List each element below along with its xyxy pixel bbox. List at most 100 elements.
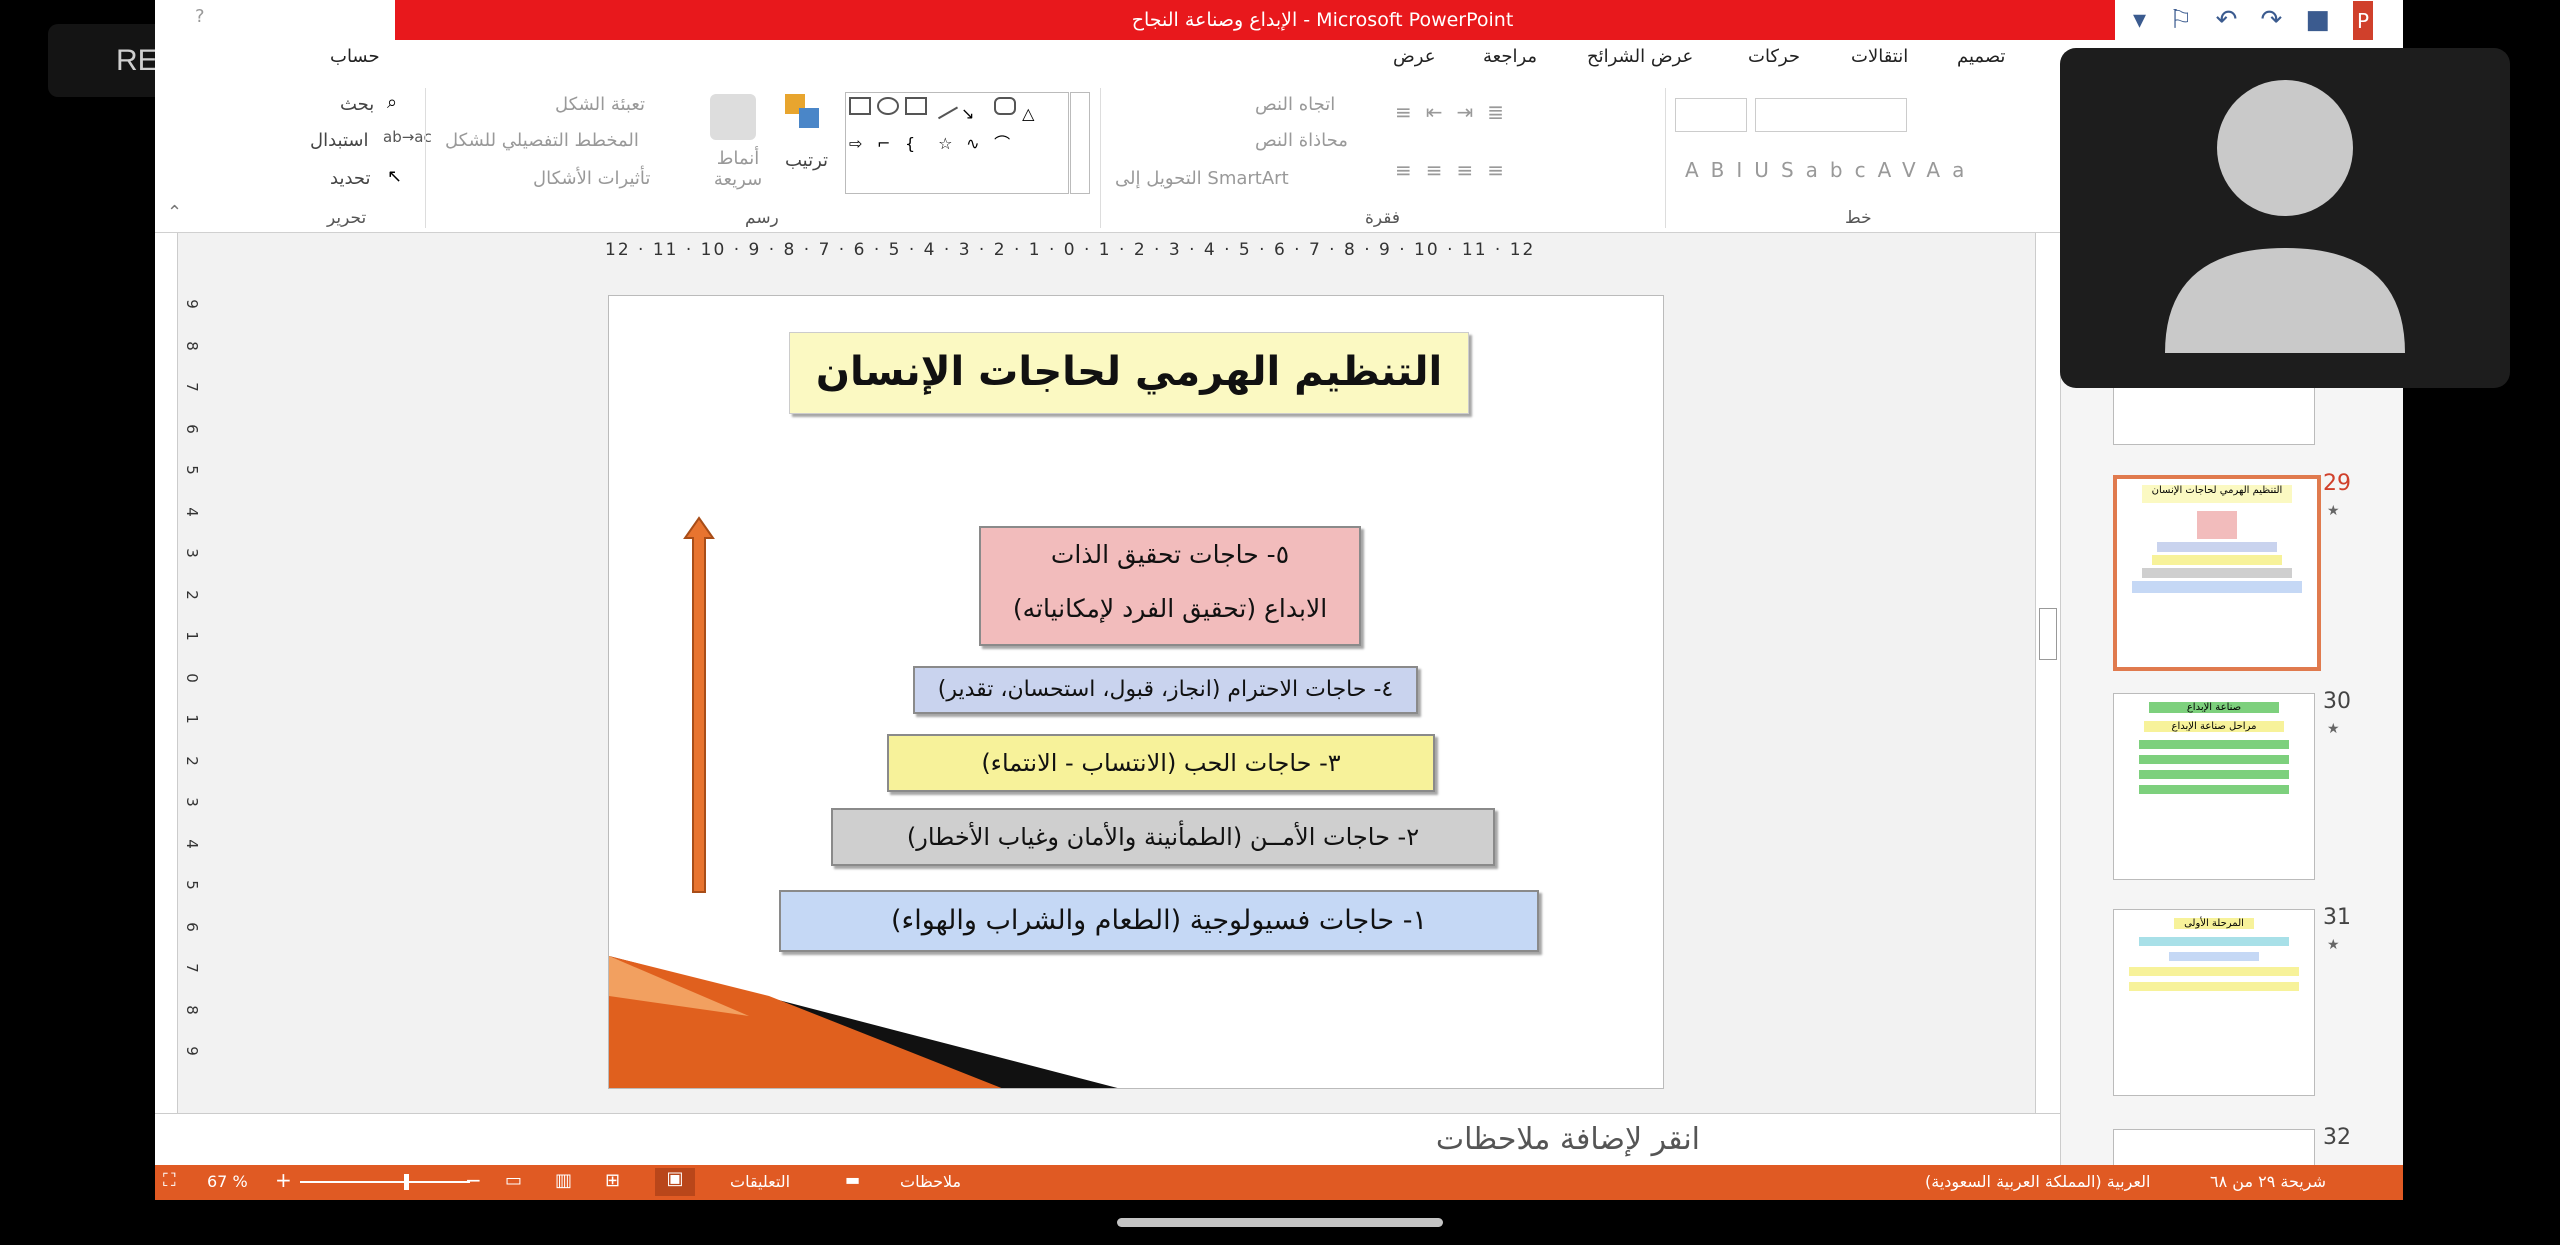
vertical-ruler-tick: 1 (182, 714, 201, 724)
alignment-icons[interactable]: ≡≡≡≡ (1395, 158, 1518, 182)
redo-icon[interactable]: ↷ (2260, 0, 2282, 40)
curve-shape-icon[interactable]: ∿ (966, 134, 988, 153)
vertical-ruler-tick: 6 (182, 921, 201, 932)
level3-box[interactable]: ٣- حاجات الحب (الانتساب - الانتماء) (887, 734, 1435, 792)
zoom-in-icon[interactable]: + (275, 1168, 292, 1192)
normal-view-icon[interactable]: ▣ (655, 1168, 695, 1196)
notes-placeholder: انقر لإضافة ملاحظات (1435, 1122, 1700, 1157)
tab-transitions[interactable]: انتقالات (1851, 46, 1908, 67)
corner-decoration (609, 956, 1118, 1088)
connector-shape-icon[interactable]: ⌐ (877, 134, 899, 153)
thumbnail-30[interactable]: صناعة الإبداع مراحل صناعة الإبداع (2113, 693, 2315, 880)
right-arrow-shape-icon[interactable]: ⇨ (849, 134, 871, 153)
arrow-shape (683, 516, 715, 893)
list-indent-icons[interactable]: ≡⇤⇥≣ (1395, 100, 1518, 124)
tab-slideshow[interactable]: عرض الشرائح (1587, 46, 1693, 67)
rectangle-shape-icon[interactable] (905, 97, 927, 115)
tab-design[interactable]: تصميم (1957, 46, 2005, 67)
save-icon[interactable]: ■ (2305, 0, 2330, 40)
arrange-button[interactable]: ترتيب (785, 150, 828, 171)
home-indicator[interactable] (1117, 1218, 1443, 1227)
vertical-ruler-tick: 3 (182, 548, 201, 558)
rounded-rect-shape-icon[interactable] (994, 97, 1017, 115)
arrow-line-icon[interactable]: ↘ (961, 104, 983, 123)
quick-styles-button[interactable]: أنماط سريعة (708, 148, 768, 190)
arc-shape-icon[interactable]: ⌒ (994, 130, 1016, 153)
vertical-ruler: 9 8 7 6 5 4 3 2 1 0 1 2 3 4 5 6 7 8 9 (183, 295, 209, 1085)
thumb30-row (2139, 770, 2289, 779)
level5-box[interactable]: ٥- حاجات تحقيق الذات (تحقيق الفرد لإمكان… (979, 526, 1361, 646)
comments-button[interactable]: التعليقات (730, 1172, 790, 1191)
convert-smartart-button[interactable]: التحويل إلى SmartArt (1115, 168, 1289, 189)
notes-button[interactable]: ملاحظات (900, 1172, 961, 1191)
reading-view-icon[interactable]: ▥ (555, 1170, 572, 1191)
font-size-select[interactable] (1675, 98, 1747, 132)
textbox-shape-icon[interactable] (849, 97, 871, 115)
line-shape-icon[interactable] (929, 92, 959, 120)
arrange-icon[interactable] (785, 94, 821, 130)
tab-view[interactable]: عرض (1393, 46, 1435, 67)
collapse-ribbon-icon[interactable]: ⌃ (167, 202, 182, 223)
help-icon[interactable]: ? (195, 6, 205, 27)
slide[interactable]: التنظيم الهرمي لحاجات الإنسان ٥- حاجات ت… (608, 295, 1664, 1089)
vertical-ruler-tick: 6 (182, 423, 201, 434)
zoom-level[interactable]: 67 % (207, 1172, 248, 1191)
tab-animations[interactable]: حركات (1748, 46, 1800, 67)
thumbnail-31[interactable]: المرحلة الأولى (2113, 909, 2315, 1096)
vertical-ruler-tick: 7 (182, 382, 201, 392)
fit-slide-icon[interactable]: ⛶ (163, 1170, 176, 1191)
thumbnail-32[interactable] (2113, 1129, 2315, 1167)
level4-box[interactable]: ٤- حاجات الاحترام (انجاز، قبول، استحسان،… (913, 666, 1418, 714)
shape-effects-button[interactable]: تأثيرات الأشكال (533, 168, 650, 189)
font-format-icons[interactable]: ABIUSabcAVAa (1685, 158, 1976, 182)
undo-icon[interactable]: ↶ (2216, 0, 2238, 40)
level1-box[interactable]: ١- حاجات فسيولوجية (الطعام والشراب والهو… (779, 890, 1539, 952)
text-direction-button[interactable]: اتجاه النص (1255, 94, 1335, 115)
oval-shape-icon[interactable] (877, 97, 899, 115)
shapes-gallery-scroll[interactable] (1070, 92, 1090, 194)
align-text-button[interactable]: محاذاة النص (1255, 130, 1348, 151)
font-family-select[interactable] (1755, 98, 1907, 132)
vertical-ruler-tick: 1 (182, 631, 201, 641)
thumb-number-32: 32 (2323, 1125, 2351, 1150)
account-label[interactable]: حساب (330, 46, 380, 67)
slideshow-view-icon[interactable]: ▭ (505, 1170, 522, 1191)
corner-orange (609, 956, 1002, 1088)
zoom-slider[interactable] (300, 1174, 470, 1190)
shapes-gallery[interactable]: ↘ △ ⇨ ⌐ { ☆ ∿ ⌒ (845, 92, 1069, 194)
status-bar: ⛶ 67 % + − ▭ ▥ ⊞ ▣ التعليقات ▬ ملاحظات ا… (155, 1165, 2403, 1200)
tab-review[interactable]: مراجعة (1483, 46, 1537, 67)
vertical-ruler-tick: 3 (182, 797, 201, 807)
thumb31-row (2139, 937, 2289, 946)
shape-outline-button[interactable]: المخطط التفصيلي للشكل (445, 130, 639, 151)
vertical-ruler-tick: 2 (182, 589, 201, 600)
find-button[interactable]: بحث (340, 94, 374, 115)
notes-pane[interactable]: انقر لإضافة ملاحظات (155, 1113, 2060, 1166)
vertical-scrollbar[interactable] (2035, 233, 2060, 1113)
triangle-shape-icon[interactable]: △ (1022, 104, 1044, 123)
select-button[interactable]: تحديد (330, 168, 371, 189)
slide-sorter-icon[interactable]: ⊞ (605, 1170, 620, 1191)
replace-button[interactable]: استبدال (310, 130, 368, 151)
thumb31-row (2129, 982, 2299, 991)
vertical-scroll-left[interactable] (155, 233, 178, 1113)
shape-fill-button[interactable]: تعبئة الشكل (555, 94, 645, 115)
vertical-ruler-tick: 5 (182, 880, 201, 890)
thumb-number-29: 29 (2323, 471, 2351, 496)
thumb30-row (2139, 785, 2289, 794)
start-slideshow-icon[interactable]: ⚐ (2169, 0, 2192, 40)
thumb30-row (2139, 740, 2289, 749)
brace-shape-icon[interactable]: { (905, 134, 927, 153)
thumb31-row (2129, 967, 2299, 976)
thumbnail-29[interactable]: التنظيم الهرمي لحاجات الإنسان (2113, 475, 2321, 671)
zoom-slider-thumb[interactable] (404, 1174, 409, 1190)
star-shape-icon[interactable]: ☆ (938, 134, 960, 153)
customize-icon[interactable]: ▾ (2133, 0, 2146, 40)
quick-styles-icon[interactable] (710, 94, 756, 140)
zoom-out-icon[interactable]: − (465, 1168, 482, 1192)
scrollbar-thumb[interactable] (2039, 608, 2057, 660)
vertical-ruler-tick: 0 (182, 672, 201, 683)
level2-box[interactable]: ٢- حاجات الأمــن (الطمأنينة والأمان وغيا… (831, 808, 1495, 866)
slide-title[interactable]: التنظيم الهرمي لحاجات الإنسان (789, 332, 1469, 414)
level5-line1: ٥- حاجات تحقيق الذات (1050, 540, 1290, 569)
